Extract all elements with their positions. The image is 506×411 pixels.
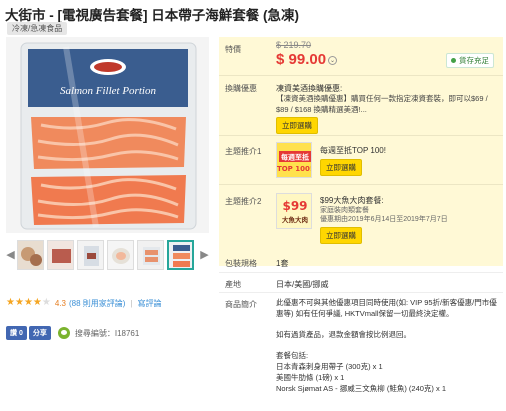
item-line: Norsk Sjømat AS - 挪威三文魚柳 (鮭魚) (240克) x 1 [276, 384, 447, 393]
separator: | [130, 298, 133, 308]
social-row: 讚 0 分享 搜尋編號：I18761 [6, 326, 139, 340]
package-items: 套餐包括: 日本青森刺身用帶子 (300克) x 1 美國牛肋條 (1磅) x … [276, 350, 501, 394]
recommend2-label: 主題推介2 [225, 197, 262, 206]
description-paragraph-1: 此優惠不可與其他優惠項目同時使用(如: VIP 95折/新客優惠/門市優惠等) … [276, 298, 497, 318]
thumbnail-4[interactable] [107, 240, 134, 270]
salmon-package-illustration: Salmon Fillet Portion [6, 37, 209, 233]
recommend1-buy-button[interactable]: 立即選購 [320, 159, 362, 176]
divider [219, 135, 503, 136]
price-label: 特價 [225, 45, 241, 54]
description-paragraph-2: 如有過貨產品，退款金額會按比例退回。 [276, 330, 411, 339]
star-icon: ★ [6, 297, 15, 308]
svg-text:TOP 100!: TOP 100! [277, 165, 312, 173]
recommend2-buy-button[interactable]: 立即選購 [320, 227, 362, 244]
write-review-link[interactable]: 寫評論 [138, 298, 162, 309]
origin-value: 日本/美國/挪威 [276, 280, 329, 289]
stock-status-text: 貨存充足 [459, 56, 489, 65]
star-icon: ★ [23, 297, 33, 308]
recommend2-image[interactable]: $99 大魚大肉 [276, 193, 312, 229]
product-description: 此優惠不可與其他優惠項目同時使用(如: VIP 95折/新客優惠/門市優惠等) … [276, 297, 501, 394]
items-title: 套餐包括: [276, 351, 309, 360]
recommend1-label: 主題推介1 [225, 147, 262, 156]
stock-status-badge: 貨存充足 [446, 53, 494, 68]
facebook-like-button[interactable]: 讚 0 [6, 326, 27, 340]
sale-price-value: $ 99.00 [276, 51, 327, 68]
recommend1-title[interactable]: 每週至抵TOP 100! [320, 145, 386, 156]
pack-spec-value: 1套 [276, 259, 289, 268]
search-code: 搜尋編號：I18761 [74, 328, 140, 338]
svg-text:每週至抵: 每週至抵 [281, 153, 309, 162]
original-price: $ 219.70 [276, 40, 312, 50]
divider [219, 292, 503, 293]
review-count-link[interactable]: (88 則用家評論) [69, 298, 125, 309]
thumbnail-6-selected[interactable] [167, 240, 194, 270]
promo-label: 換購優惠 [225, 84, 257, 93]
recommend2-line2: 優惠期由2019年6月14日至2019年7月7日 [320, 216, 448, 223]
stock-dot-icon [451, 58, 456, 63]
facebook-share-button[interactable]: 分享 [28, 326, 51, 340]
recommend1-image[interactable]: 每週至抵 TOP 100! [276, 142, 312, 178]
star-icon: ★ [14, 297, 24, 308]
svg-text:$99: $99 [282, 199, 307, 213]
svg-text:大魚大肉: 大魚大肉 [282, 215, 309, 224]
thumbnail-3[interactable] [77, 240, 104, 270]
origin-label: 產地 [225, 280, 241, 289]
divider [219, 184, 503, 185]
thumbnail-1[interactable] [17, 240, 44, 270]
item-line: 日本青森刺身用帶子 (300克) x 1 [276, 362, 383, 371]
main-product-image[interactable]: Salmon Fillet Portion [6, 37, 209, 233]
thumb-next-icon[interactable]: ▶ [200, 240, 209, 270]
rating-score: 4.3 [54, 298, 66, 308]
sale-price: $ 99.00 ⌄ [276, 51, 338, 68]
product-title: 大街市 - [電視廣告套餐] 日本帶子海鮮套餐 (急凍) [5, 8, 299, 23]
thumbnail-5[interactable] [137, 240, 164, 270]
promo-buy-button[interactable]: 立即選購 [276, 117, 318, 134]
category-tag[interactable]: 冷凍/急凍食品 [7, 22, 68, 35]
chevron-down-icon[interactable]: ⌄ [328, 55, 338, 65]
item-line: 美國牛肋條 (1磅) x 1 [276, 373, 345, 382]
thumbnail-strip: ◀ ▶ [6, 240, 209, 270]
pack-spec-label: 包裝規格 [225, 259, 257, 268]
wechat-icon[interactable] [57, 327, 70, 339]
rating-row: ★ ★ ★ ★ ★ 4.3 (88 則用家評論) | 寫評論 [6, 297, 162, 309]
description-label: 商品簡介 [225, 300, 257, 309]
star-icon: ★ [32, 297, 42, 308]
thumb-prev-icon[interactable]: ◀ [6, 240, 15, 270]
thumbnail-2[interactable] [47, 240, 74, 270]
star-empty-icon: ★ [41, 297, 51, 308]
divider [219, 272, 503, 273]
divider [219, 75, 503, 76]
promo-description[interactable]: 【凍資美酒換購優惠】購買任何一款指定凍資套裝，即可以$69 / $89 / $1… [276, 93, 498, 115]
